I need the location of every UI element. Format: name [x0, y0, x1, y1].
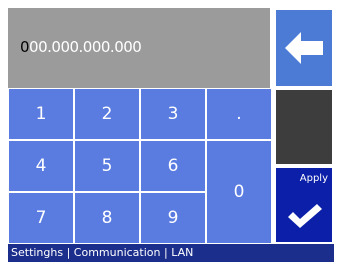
backspace-button[interactable]: [274, 8, 334, 88]
arrow-left-icon: [285, 32, 323, 64]
key-7[interactable]: 7: [8, 192, 74, 244]
right-margin: [334, 0, 351, 262]
key-4[interactable]: 4: [8, 140, 74, 192]
ip-address-value: 000.000.000.000: [20, 38, 142, 56]
cursor-digit: 0: [20, 38, 30, 56]
ip-address-rest: 00.000.000.000: [29, 38, 142, 56]
checkmark-icon: [288, 204, 322, 228]
apply-button[interactable]: Apply: [274, 166, 334, 244]
key-1[interactable]: 1: [8, 88, 74, 140]
breadcrumb: Settinghs | Communication | LAN: [8, 244, 334, 262]
ip-address-display[interactable]: 000.000.000.000: [8, 8, 270, 88]
numeric-keypad: 1 2 3 . 4 5 6 0 7 8 9: [8, 88, 272, 244]
keypad-screen: 000.000.000.000 1 2 3 . 4 5 6 0 7 8 9 Ap…: [0, 0, 351, 262]
key-6[interactable]: 6: [140, 140, 206, 192]
key-5[interactable]: 5: [74, 140, 140, 192]
key-2[interactable]: 2: [74, 88, 140, 140]
empty-key-slot: [274, 88, 334, 166]
key-3[interactable]: 3: [140, 88, 206, 140]
key-0[interactable]: 0: [206, 140, 272, 244]
key-decimal-point[interactable]: .: [206, 88, 272, 140]
apply-label: Apply: [299, 173, 328, 184]
key-8[interactable]: 8: [74, 192, 140, 244]
key-9[interactable]: 9: [140, 192, 206, 244]
